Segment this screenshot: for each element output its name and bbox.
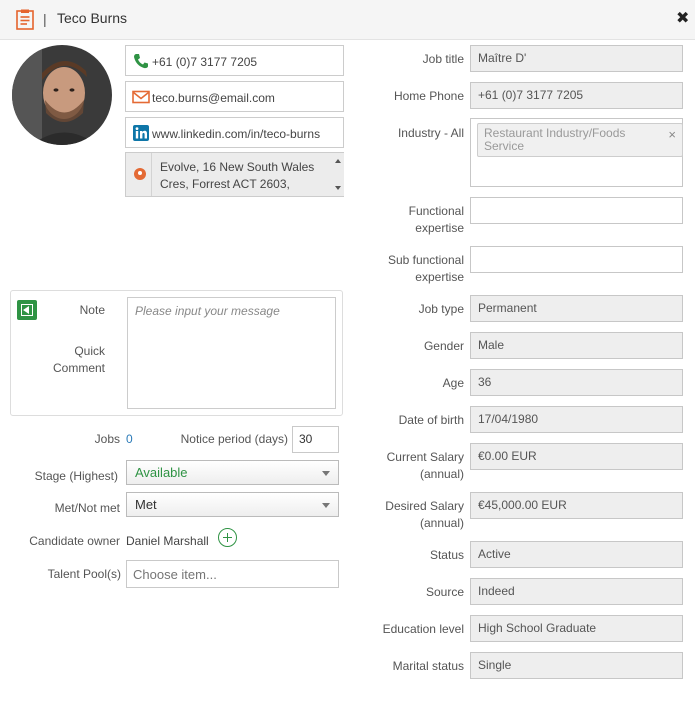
age-field[interactable]: 36 (470, 369, 683, 396)
email-value: teco.burns@email.com (152, 91, 275, 105)
phone-value: +61 (0)7 3177 7205 (152, 55, 258, 69)
stage-select[interactable]: Available (126, 460, 339, 485)
job-type-label: Job type (418, 302, 464, 316)
job-title-field[interactable]: Maître D' (470, 45, 683, 72)
job-type-field[interactable]: Permanent (470, 295, 683, 322)
industry-tag: Restaurant Industry/Foods Service × (477, 123, 683, 157)
note-panel: Note Quick Comment (10, 290, 343, 416)
met-select[interactable]: Met (126, 492, 339, 517)
education-field[interactable]: High School Graduate (470, 615, 683, 642)
sub-functional-field[interactable] (470, 246, 683, 273)
home-phone-field[interactable]: +61 (0)7 3177 7205 (470, 82, 683, 109)
dob-field[interactable]: 17/04/1980 (470, 406, 683, 433)
talent-label: Talent Pool(s) (47, 567, 121, 581)
address-field[interactable]: Evolve, 16 New South Wales Cres, Forrest… (125, 152, 344, 197)
met-value: Met (135, 497, 157, 512)
address-value: Evolve, 16 New South Wales Cres, Forrest… (160, 160, 315, 191)
page-title: Teco Burns (57, 10, 128, 26)
note-input-wrap (127, 297, 336, 409)
close-icon[interactable]: ✖ (676, 8, 689, 28)
gender-field[interactable]: Male (470, 332, 683, 359)
linkedin-value: www.linkedin.com/in/teco-burns (152, 127, 321, 141)
gender-label: Gender (423, 339, 464, 353)
linkedin-field[interactable]: www.linkedin.com/in/teco-burns (125, 117, 344, 148)
note-input[interactable] (128, 298, 335, 408)
phone-icon (134, 54, 148, 69)
source-field[interactable]: Indeed (470, 578, 683, 605)
envelope-icon (132, 90, 150, 104)
functional-field[interactable] (470, 197, 683, 224)
job-title-label: Job title (422, 52, 464, 66)
owner-value: Daniel Marshall (126, 534, 209, 548)
functional-label: Functional expertise (408, 204, 464, 235)
education-label: Education level (382, 622, 464, 636)
source-label: Source (425, 585, 464, 599)
dob-label: Date of birth (398, 413, 464, 427)
current-salary-field[interactable]: €0.00 EUR (470, 443, 683, 470)
back-arrow-icon[interactable] (17, 300, 37, 320)
phone-field[interactable]: +61 (0)7 3177 7205 (125, 45, 344, 76)
tab-note[interactable]: Note (80, 303, 105, 317)
email-field[interactable]: teco.burns@email.com (125, 81, 344, 112)
owner-label: Candidate owner (29, 534, 120, 548)
map-pin-icon (134, 168, 146, 180)
notice-period-input[interactable]: 30 (292, 426, 339, 453)
document-icon (16, 9, 34, 30)
met-label: Met/Not met (54, 501, 120, 515)
status-label: Status (429, 548, 464, 562)
notice-label: Notice period (days) (180, 432, 288, 446)
plus-circle-icon[interactable] (218, 528, 237, 547)
stage-value: Available (135, 465, 188, 480)
industry-tag-label: Restaurant Industry/Foods Service (484, 126, 626, 153)
scroll-down-icon[interactable] (335, 186, 341, 190)
status-field[interactable]: Active (470, 541, 683, 568)
industry-field[interactable]: Restaurant Industry/Foods Service × (470, 118, 683, 187)
home-phone-label: Home Phone (393, 89, 464, 103)
stage-label: Stage (Highest) (34, 469, 118, 483)
desired-salary-field[interactable]: €45,000.00 EUR (470, 492, 683, 519)
chevron-down-icon (322, 471, 330, 476)
remove-tag-icon[interactable]: × (668, 127, 676, 142)
avatar (12, 45, 112, 145)
marital-label: Marital status (392, 659, 464, 673)
note-tabs: Note Quick Comment (11, 291, 121, 415)
sub-functional-label: Sub functional expertise (387, 253, 464, 284)
marital-field[interactable]: Single (470, 652, 683, 679)
linkedin-icon (133, 125, 149, 141)
industry-label: Industry - All (397, 126, 464, 140)
talent-pool-input[interactable] (126, 560, 339, 588)
jobs-count[interactable]: 0 (126, 432, 133, 446)
chevron-down-icon (322, 503, 330, 508)
title-bar: | Teco Burns ✖ (0, 0, 695, 40)
current-salary-label: Current Salary (annual) (386, 450, 464, 481)
address-box: Evolve, 16 New South Wales Cres, Forrest… (151, 153, 344, 196)
scroll-up-icon[interactable] (335, 159, 341, 163)
age-label: Age (442, 376, 464, 390)
title-separator: | (43, 11, 47, 27)
tab-quick-comment[interactable]: Quick Comment (25, 343, 105, 377)
desired-salary-label: Desired Salary (annual) (385, 499, 464, 530)
jobs-label: Jobs (94, 432, 120, 446)
